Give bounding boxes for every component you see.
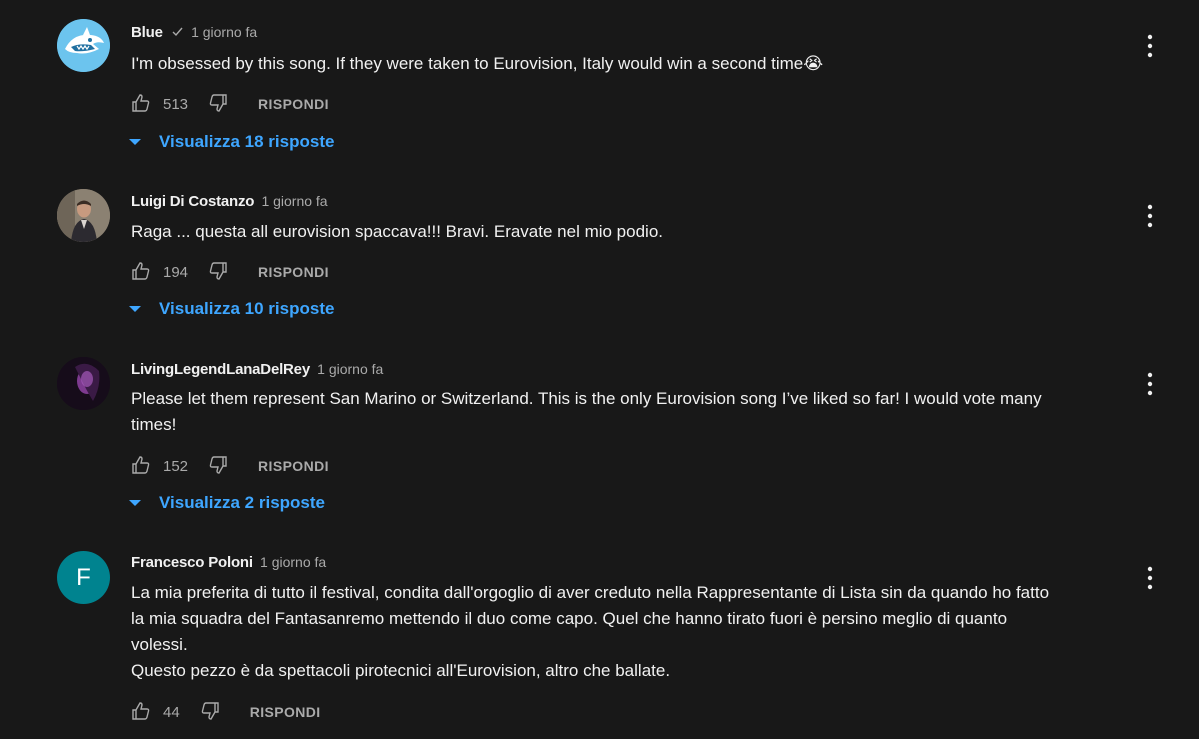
reply-button[interactable]: RISPONDI: [258, 458, 329, 474]
author-name[interactable]: Luigi Di Costanzo: [131, 193, 254, 210]
comment-text: I'm obsessed by this song. If they were …: [131, 54, 824, 73]
comment-actions: 44 RISPONDI: [131, 700, 321, 724]
comment-text: Raga ... questa all eurovision spaccava!…: [131, 222, 664, 241]
like-icon[interactable]: [131, 455, 151, 478]
comment-header: LivingLegendLanaDelRey 1 giorno fa: [131, 361, 383, 378]
view-replies-button[interactable]: Visualizza 2 risposte: [128, 490, 325, 516]
reply-button[interactable]: RISPONDI: [258, 264, 329, 280]
shark-logo-icon: [57, 19, 110, 72]
author-name[interactable]: LivingLegendLanaDelRey: [131, 361, 310, 378]
like-count: 513: [163, 95, 189, 113]
view-replies-label: Visualizza 18 risposte: [159, 132, 335, 151]
like-count: 194: [163, 263, 189, 281]
view-replies-button[interactable]: Visualizza 18 risposte: [128, 129, 334, 155]
caret-down-icon: [128, 493, 142, 513]
author-name[interactable]: Francesco Poloni: [131, 554, 253, 571]
caret-down-icon: [128, 132, 142, 152]
view-replies-label: Visualizza 2 risposte: [159, 493, 325, 512]
reply-button[interactable]: RISPONDI: [250, 704, 321, 720]
like-icon[interactable]: [131, 93, 151, 116]
comment-actions: 152 RISPONDI: [131, 454, 329, 478]
comment-time[interactable]: 1 giorno fa: [261, 193, 327, 209]
dislike-icon[interactable]: [208, 93, 228, 116]
like-icon[interactable]: [131, 701, 151, 724]
comment-time[interactable]: 1 giorno fa: [260, 554, 326, 570]
avatar[interactable]: [57, 189, 110, 242]
comment-time[interactable]: 1 giorno fa: [191, 24, 257, 40]
user-photo-icon: [57, 189, 110, 242]
avatar[interactable]: F: [57, 551, 110, 604]
comment-header: Francesco Poloni 1 giorno fa: [131, 554, 326, 571]
more-options-icon[interactable]: [1140, 33, 1160, 59]
dislike-icon[interactable]: [208, 261, 228, 284]
comment-actions: 194 RISPONDI: [131, 260, 329, 284]
comment-header: Blue 1 giorno fa: [131, 24, 257, 42]
dislike-icon[interactable]: [200, 701, 220, 724]
caret-down-icon: [128, 299, 142, 319]
comment-text: La mia preferita di tutto il festival, c…: [131, 583, 1050, 680]
author-name[interactable]: Blue: [131, 24, 163, 41]
comment-text: Please let them represent San Marino or …: [131, 389, 1042, 434]
view-replies-button[interactable]: Visualizza 10 risposte: [128, 296, 334, 322]
more-options-icon[interactable]: [1140, 371, 1160, 397]
dislike-icon[interactable]: [208, 455, 228, 478]
like-count: 152: [163, 457, 189, 475]
comment-time[interactable]: 1 giorno fa: [317, 361, 383, 377]
avatar-letter: F: [76, 563, 91, 591]
more-options-icon[interactable]: [1140, 565, 1160, 591]
comment-actions: 513 RISPONDI: [131, 92, 329, 116]
more-options-icon[interactable]: [1140, 203, 1160, 229]
avatar[interactable]: [57, 357, 110, 410]
verified-check-icon: [171, 25, 184, 42]
user-photo-icon: [57, 357, 110, 410]
comment-header: Luigi Di Costanzo 1 giorno fa: [131, 193, 328, 210]
avatar[interactable]: [57, 19, 110, 72]
view-replies-label: Visualizza 10 risposte: [159, 299, 335, 318]
reply-button[interactable]: RISPONDI: [258, 96, 329, 112]
like-icon[interactable]: [131, 261, 151, 284]
like-count: 44: [163, 703, 180, 721]
